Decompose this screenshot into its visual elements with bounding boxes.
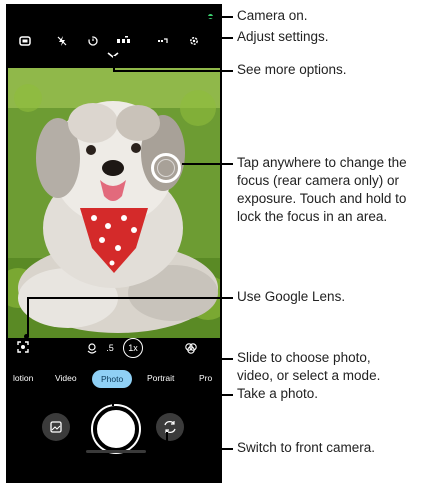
callout-line-shutter-v: [112, 394, 114, 406]
callout-line-switch-h: [166, 448, 233, 450]
mode-portrait[interactable]: Portrait: [147, 373, 174, 383]
mode-pro[interactable]: Pro: [199, 373, 212, 383]
mode-video[interactable]: Video: [55, 373, 77, 383]
shutter-button[interactable]: [93, 406, 139, 452]
focus-ring[interactable]: [151, 153, 181, 183]
callout-line-camera-on: [207, 16, 233, 18]
callout-slide-2: video, or select a mode.: [237, 368, 381, 383]
filters-icon[interactable]: [181, 338, 201, 358]
callout-line-lens-h: [27, 297, 233, 299]
flash-off-icon[interactable]: [55, 34, 69, 48]
callout-line-options-h: [113, 70, 233, 72]
gallery-icon: [50, 421, 62, 433]
mode-selector[interactable]: lotion Video Photo Portrait Pro: [6, 370, 222, 388]
callout-line-switch-v: [166, 432, 168, 449]
callout-line-shutter-h: [112, 394, 233, 396]
zoom-1x-button[interactable]: 1x: [123, 338, 143, 358]
callout-lens: Use Google Lens.: [237, 289, 346, 304]
macro-icon[interactable]: [82, 338, 102, 358]
callout-line-lens-v: [27, 297, 29, 337]
phone-screen: .5 1x lotion Video Photo Portrait Pro: [6, 4, 222, 483]
callout-take-photo: Take a photo.: [237, 386, 319, 401]
callout-line-modes-v: [109, 358, 111, 370]
mode-slow-motion[interactable]: lotion: [13, 373, 33, 383]
timer-icon[interactable]: [86, 34, 100, 48]
callout-line-options-v: [113, 56, 115, 70]
callout-line-settings: [198, 37, 233, 39]
callout-slide-1: Slide to choose photo,: [237, 350, 371, 365]
callout-focus-4: lock the focus in an area.: [237, 209, 388, 224]
switch-camera-button[interactable]: [156, 413, 184, 441]
zoom-controls: .5 1x: [6, 338, 222, 360]
callout-focus-1: Tap anywhere to change the: [237, 155, 407, 170]
mode-photo[interactable]: Photo: [92, 370, 133, 388]
aspect-ratio-icon[interactable]: [156, 34, 170, 48]
switch-camera-icon: [164, 420, 176, 434]
bottom-handle: [86, 450, 146, 453]
callout-focus-2: focus (rear camera only) or: [237, 173, 400, 188]
callout-focus-3: exposure. Touch and hold to: [237, 191, 407, 206]
callout-line-modes-h: [109, 358, 233, 360]
callout-adjust-settings: Adjust settings.: [237, 29, 329, 44]
callout-camera-on: Camera on.: [237, 8, 308, 23]
photo-format-icon[interactable]: [18, 34, 32, 48]
gallery-button[interactable]: [42, 413, 70, 441]
callout-switch-camera: Switch to front camera.: [237, 440, 376, 455]
callout-more-options: See more options.: [237, 62, 347, 77]
zoom-0-5-button[interactable]: .5: [100, 338, 120, 358]
hdr-icon[interactable]: [116, 34, 130, 48]
callout-dot-lens: [24, 334, 29, 339]
callout-line-focus: [182, 163, 233, 165]
